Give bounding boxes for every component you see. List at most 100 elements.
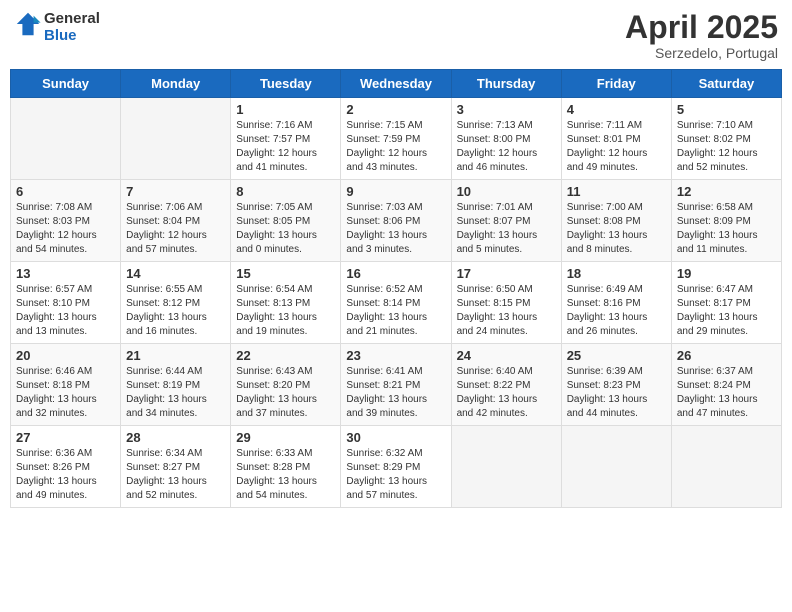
day-number: 10 [457,184,556,199]
calendar-header-row: SundayMondayTuesdayWednesdayThursdayFrid… [11,70,782,98]
day-info: Sunrise: 7:00 AM Sunset: 8:08 PM Dayligh… [567,201,666,257]
calendar-cell: 25Sunrise: 6:39 AM Sunset: 8:23 PM Dayli… [561,344,671,426]
day-number: 29 [236,430,335,445]
day-info: Sunrise: 7:16 AM Sunset: 7:57 PM Dayligh… [236,119,335,175]
day-info: Sunrise: 6:37 AM Sunset: 8:24 PM Dayligh… [677,365,776,421]
calendar-cell: 14 Sunrise: 6:55 AM Sunset: 8:12 PM Dayli… [121,262,231,344]
logo-text-blue: Blue [44,28,100,45]
calendar-week-row: 20 Sunrise: 6:46 AM Sunset: 8:18 PM Dayli… [11,344,782,426]
day-info: Sunrise: 6:46 AM Sunset: 8:18 PM Dayligh… [16,365,115,421]
day-number: 4 [567,102,666,117]
calendar-cell [671,426,781,508]
calendar-cell: 22 Sunrise: 6:43 AM Sunset: 8:20 PM Dayli… [231,344,341,426]
page-header: General Blue April 2025 Serzedelo, Portu… [10,10,782,61]
day-number: 8 [236,184,335,199]
day-number: 1 [236,102,335,117]
day-number: 26 [677,348,776,363]
calendar-cell: 20 Sunrise: 6:46 AM Sunset: 8:18 PM Dayli… [11,344,121,426]
calendar-cell: 26 Sunrise: 6:37 AM Sunset: 8:24 PM Dayli… [671,344,781,426]
day-info: Sunrise: 6:41 AM Sunset: 8:21 PM Dayligh… [346,365,445,421]
day-number: 21 [126,348,225,363]
calendar-cell: 6Sunrise: 7:08 AM Sunset: 8:03 PM Daylig… [11,180,121,262]
day-info: Sunrise: 7:11 AM Sunset: 8:01 PM Dayligh… [567,119,666,175]
weekday-header-tuesday: Tuesday [231,70,341,98]
weekday-header-thursday: Thursday [451,70,561,98]
day-info: Sunrise: 6:57 AM Sunset: 8:10 PM Dayligh… [16,283,115,339]
weekday-header-wednesday: Wednesday [341,70,451,98]
day-number: 22 [236,348,335,363]
calendar-cell: 29Sunrise: 6:33 AM Sunset: 8:28 PM Dayli… [231,426,341,508]
location-subtitle: Serzedelo, Portugal [625,45,778,61]
calendar-cell [451,426,561,508]
day-number: 14 [126,266,225,281]
day-number: 17 [457,266,556,281]
logo-icon [14,10,42,38]
day-info: Sunrise: 6:32 AM Sunset: 8:29 PM Dayligh… [346,447,445,503]
day-number: 25 [567,348,666,363]
calendar-cell: 23 Sunrise: 6:41 AM Sunset: 8:21 PM Dayli… [341,344,451,426]
calendar-cell: 15 Sunrise: 6:54 AM Sunset: 8:13 PM Dayli… [231,262,341,344]
day-info: Sunrise: 6:49 AM Sunset: 8:16 PM Dayligh… [567,283,666,339]
calendar-cell: 4 Sunrise: 7:11 AM Sunset: 8:01 PM Daylig… [561,98,671,180]
day-info: Sunrise: 6:36 AM Sunset: 8:26 PM Dayligh… [16,447,115,503]
calendar-cell [11,98,121,180]
day-info: Sunrise: 6:40 AM Sunset: 8:22 PM Dayligh… [457,365,556,421]
day-number: 5 [677,102,776,117]
month-title: April 2025 [625,10,778,45]
day-number: 2 [346,102,445,117]
logo-text-general: General [44,11,100,28]
weekday-header-friday: Friday [561,70,671,98]
calendar-cell: 1 Sunrise: 7:16 AM Sunset: 7:57 PM Daylig… [231,98,341,180]
calendar-cell [121,98,231,180]
day-info: Sunrise: 7:03 AM Sunset: 8:06 PM Dayligh… [346,201,445,257]
calendar-table: SundayMondayTuesdayWednesdayThursdayFrid… [10,69,782,508]
calendar-cell: 16Sunrise: 6:52 AM Sunset: 8:14 PM Dayli… [341,262,451,344]
calendar-cell: 9 Sunrise: 7:03 AM Sunset: 8:06 PM Daylig… [341,180,451,262]
day-number: 30 [346,430,445,445]
day-info: Sunrise: 6:43 AM Sunset: 8:20 PM Dayligh… [236,365,335,421]
day-info: Sunrise: 6:50 AM Sunset: 8:15 PM Dayligh… [457,283,556,339]
day-number: 13 [16,266,115,281]
day-number: 23 [346,348,445,363]
day-info: Sunrise: 6:55 AM Sunset: 8:12 PM Dayligh… [126,283,225,339]
calendar-cell: 7Sunrise: 7:06 AM Sunset: 8:04 PM Daylig… [121,180,231,262]
day-info: Sunrise: 6:44 AM Sunset: 8:19 PM Dayligh… [126,365,225,421]
weekday-header-saturday: Saturday [671,70,781,98]
day-info: Sunrise: 6:58 AM Sunset: 8:09 PM Dayligh… [677,201,776,257]
day-info: Sunrise: 6:47 AM Sunset: 8:17 PM Dayligh… [677,283,776,339]
day-number: 15 [236,266,335,281]
calendar-cell: 21 Sunrise: 6:44 AM Sunset: 8:19 PM Dayli… [121,344,231,426]
weekday-header-monday: Monday [121,70,231,98]
day-number: 16 [346,266,445,281]
calendar-week-row: 1 Sunrise: 7:16 AM Sunset: 7:57 PM Daylig… [11,98,782,180]
day-info: Sunrise: 7:06 AM Sunset: 8:04 PM Dayligh… [126,201,225,257]
calendar-cell: 19 Sunrise: 6:47 AM Sunset: 8:17 PM Dayli… [671,262,781,344]
day-number: 24 [457,348,556,363]
calendar-cell: 10 Sunrise: 7:01 AM Sunset: 8:07 PM Dayli… [451,180,561,262]
calendar-cell: 30 Sunrise: 6:32 AM Sunset: 8:29 PM Dayli… [341,426,451,508]
day-number: 27 [16,430,115,445]
calendar-cell: 2 Sunrise: 7:15 AM Sunset: 7:59 PM Daylig… [341,98,451,180]
day-info: Sunrise: 7:08 AM Sunset: 8:03 PM Dayligh… [16,201,115,257]
calendar-cell: 27 Sunrise: 6:36 AM Sunset: 8:26 PM Dayli… [11,426,121,508]
calendar-week-row: 13 Sunrise: 6:57 AM Sunset: 8:10 PM Dayli… [11,262,782,344]
calendar-cell: 12 Sunrise: 6:58 AM Sunset: 8:09 PM Dayli… [671,180,781,262]
day-info: Sunrise: 7:13 AM Sunset: 8:00 PM Dayligh… [457,119,556,175]
calendar-cell: 28Sunrise: 6:34 AM Sunset: 8:27 PM Dayli… [121,426,231,508]
day-number: 28 [126,430,225,445]
day-info: Sunrise: 7:15 AM Sunset: 7:59 PM Dayligh… [346,119,445,175]
day-number: 9 [346,184,445,199]
day-number: 18 [567,266,666,281]
day-info: Sunrise: 7:01 AM Sunset: 8:07 PM Dayligh… [457,201,556,257]
logo: General Blue [14,10,100,45]
day-number: 12 [677,184,776,199]
weekday-header-sunday: Sunday [11,70,121,98]
day-number: 20 [16,348,115,363]
calendar-week-row: 27 Sunrise: 6:36 AM Sunset: 8:26 PM Dayli… [11,426,782,508]
day-number: 3 [457,102,556,117]
day-info: Sunrise: 6:54 AM Sunset: 8:13 PM Dayligh… [236,283,335,339]
calendar-cell: 24 Sunrise: 6:40 AM Sunset: 8:22 PM Dayli… [451,344,561,426]
day-info: Sunrise: 7:10 AM Sunset: 8:02 PM Dayligh… [677,119,776,175]
day-number: 19 [677,266,776,281]
day-info: Sunrise: 7:05 AM Sunset: 8:05 PM Dayligh… [236,201,335,257]
